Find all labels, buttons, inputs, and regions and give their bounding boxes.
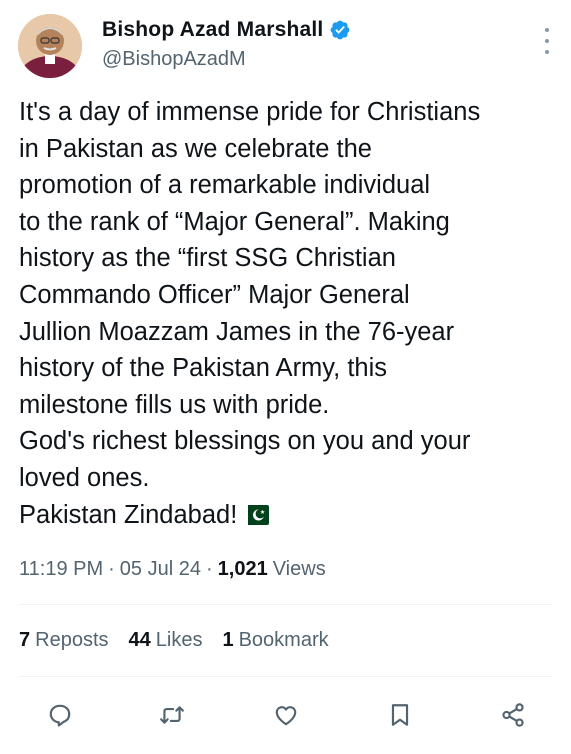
reply-icon — [49, 704, 71, 727]
bookmark-icon — [391, 704, 409, 726]
reposts-count: 7 — [19, 629, 31, 651]
likes-stat[interactable]: 44 Likes — [129, 629, 203, 652]
meta-separator: · — [205, 558, 213, 580]
views-count: 1,021 — [217, 558, 268, 580]
views-label: Views — [272, 558, 326, 580]
repost-button[interactable] — [152, 695, 192, 735]
bookmarks-stat[interactable]: 1 Bookmark — [222, 629, 328, 652]
engagement-stats: 7 Reposts 44 Likes 1 Bookmark — [19, 629, 349, 652]
author-name[interactable]: Bishop Azad Marshall — [102, 18, 323, 42]
more-options-icon[interactable] — [541, 28, 553, 54]
pakistan-flag-icon — [241, 504, 270, 525]
bookmarks-count: 1 — [222, 629, 234, 651]
reposts-label: Reposts — [35, 629, 109, 651]
reposts-stat[interactable]: 7 Reposts — [19, 629, 109, 652]
share-button[interactable] — [493, 695, 533, 735]
tweet-date[interactable]: 05 Jul 24 — [120, 558, 201, 581]
author-name-row[interactable]: Bishop Azad Marshall — [102, 18, 351, 42]
tweet-time[interactable]: 11:19 PM — [19, 558, 103, 581]
tweet-header: Bishop Azad Marshall @BishopAzadM — [18, 14, 553, 80]
tweet-text-container: It's a day of immense pride for Christia… — [19, 94, 559, 533]
likes-label: Likes — [155, 629, 203, 651]
action-bar — [0, 695, 571, 735]
avatar[interactable] — [18, 14, 82, 78]
tweet-meta: 11:19 PM · 05 Jul 24 · 1,021 Views — [19, 558, 326, 581]
author-handle[interactable]: @BishopAzadM — [102, 48, 246, 71]
repost-icon — [160, 706, 184, 724]
tweet-text: It's a day of immense pride for Christia… — [19, 98, 481, 529]
share-icon — [502, 703, 524, 727]
bookmarks-label: Bookmark — [238, 629, 329, 651]
like-button[interactable] — [266, 695, 306, 735]
meta-separator: · — [108, 558, 115, 580]
verified-badge-icon — [331, 20, 350, 40]
like-icon — [275, 706, 297, 726]
bookmark-button[interactable] — [380, 695, 420, 735]
reply-button[interactable] — [40, 695, 80, 735]
divider — [19, 676, 553, 677]
likes-count: 44 — [128, 629, 151, 651]
divider — [19, 604, 553, 605]
